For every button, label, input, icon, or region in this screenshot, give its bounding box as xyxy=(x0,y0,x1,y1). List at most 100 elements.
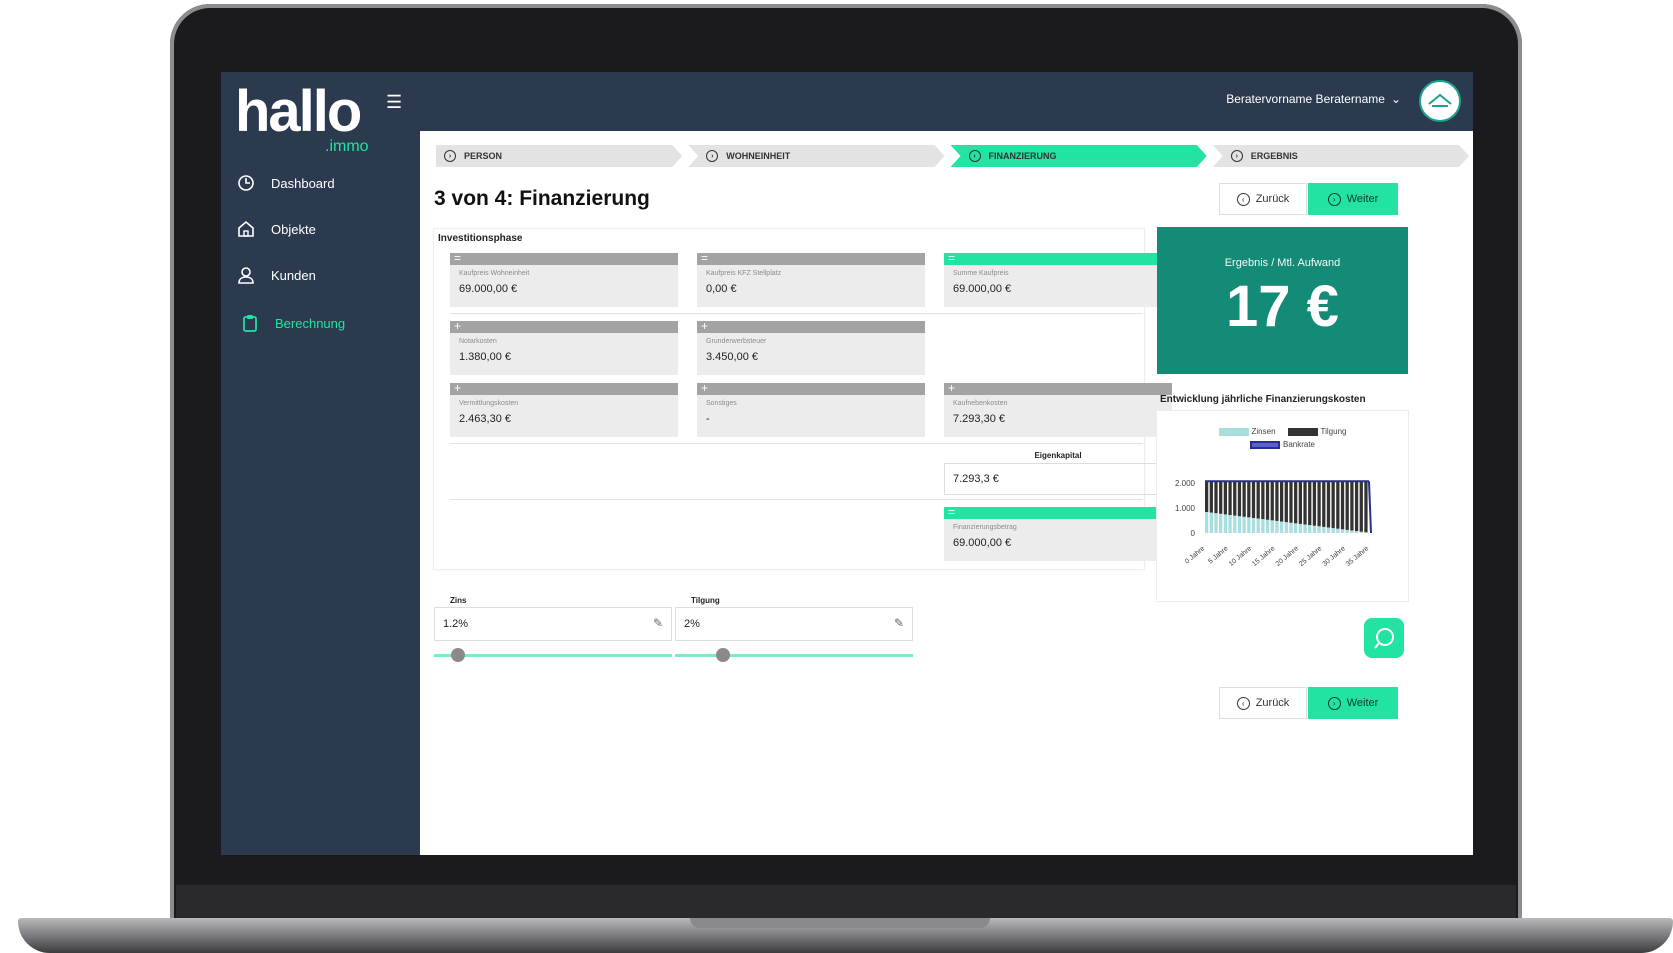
user-menu[interactable]: Beratervorname Beratername ⌄ xyxy=(1226,92,1401,106)
bar-zinsen xyxy=(1312,525,1317,533)
bar-tilgung xyxy=(1233,481,1237,516)
bar-tilgung xyxy=(1298,481,1302,524)
bar-tilgung xyxy=(1237,481,1242,517)
step-label: WOHNEINHEIT xyxy=(726,151,791,161)
back-button[interactable]: ‹ Zurück xyxy=(1219,183,1307,215)
bar-tilgung xyxy=(1354,481,1359,532)
plus-icon: + xyxy=(697,320,925,333)
bar-tilgung xyxy=(1247,481,1251,518)
bar-zinsen xyxy=(1279,521,1284,533)
sidebar-item-objekte[interactable]: Objekte xyxy=(235,216,316,242)
main-content: › PERSON › WOHNEINHEIT › FINANZIERUNG › ERGE… xyxy=(420,131,1473,855)
page-title: 3 von 4: Finanzierung xyxy=(434,187,650,210)
bar-zinsen xyxy=(1350,530,1354,533)
field-kaufpreis-wohneinheit[interactable]: = Kaufpreis Wohneinheit 69.000,00 € xyxy=(450,252,678,307)
equals-icon: = xyxy=(697,252,925,265)
field-value: 7.293,30 € xyxy=(953,413,1005,425)
bar-zinsen xyxy=(1205,512,1209,533)
field-notarkosten[interactable]: + Notarkosten 1.380,00 € xyxy=(450,320,678,375)
menu-toggle-icon[interactable]: ☰ xyxy=(386,92,402,113)
sidebar-item-dashboard[interactable]: Dashboard xyxy=(235,170,335,196)
x-tick-label: 30 Jahre xyxy=(1321,545,1346,568)
bar-tilgung xyxy=(1303,481,1307,525)
tilgung-input[interactable]: 2% ✎ xyxy=(675,607,913,641)
divider xyxy=(450,313,1143,314)
next-button-bottom[interactable]: › Weiter xyxy=(1308,687,1398,719)
bar-zinsen xyxy=(1247,517,1251,533)
bar-zinsen xyxy=(1322,526,1326,533)
next-label: Weiter xyxy=(1346,193,1379,205)
topbar: Beratervorname Beratername ⌄ xyxy=(420,72,1473,131)
bar-tilgung xyxy=(1289,481,1293,523)
field-value: 3.450,00 € xyxy=(706,351,758,363)
equals-icon: = xyxy=(450,252,678,265)
result-value: 17 € xyxy=(1226,274,1339,339)
eigenkapital-field[interactable]: Eigenkapital 7.293,3 € xyxy=(944,451,1172,495)
x-tick-label: 35 Jahre xyxy=(1345,545,1370,568)
field-value: 69.000,00 € xyxy=(459,283,518,295)
bar-tilgung xyxy=(1223,481,1228,515)
bar-tilgung xyxy=(1242,481,1246,517)
bar-tilgung xyxy=(1294,481,1298,524)
pencil-icon[interactable]: ✎ xyxy=(894,616,904,630)
back-label: Zurück xyxy=(1255,193,1290,205)
next-button[interactable]: › Weiter xyxy=(1308,183,1398,215)
tilgung-slider-thumb[interactable] xyxy=(715,648,730,662)
plus-icon: + xyxy=(450,382,678,395)
eigenkapital-input[interactable]: 7.293,3 € xyxy=(944,463,1172,495)
zins-label: Zins xyxy=(450,596,467,605)
field-label: Vermittlungskosten xyxy=(459,400,519,407)
field-value: 2.463,30 € xyxy=(459,413,511,425)
field-kaufpreis-kfz[interactable]: = Kaufpreis KFZ Stellplatz 0,00 € xyxy=(697,252,925,307)
bar-tilgung xyxy=(1317,481,1321,527)
bar-tilgung xyxy=(1256,481,1260,519)
field-label: Grunderwerbsteuer xyxy=(706,338,767,345)
sidebar-item-label: Berechnung xyxy=(275,315,346,331)
stepper: › PERSON › WOHNEINHEIT › FINANZIERUNG › ERGE… xyxy=(436,145,1469,167)
bar-zinsen xyxy=(1289,522,1293,533)
avatar[interactable] xyxy=(1419,80,1461,122)
bar-tilgung xyxy=(1261,481,1265,520)
field-sonstiges[interactable]: + Sonstiges - xyxy=(697,382,925,437)
step-finanzierung[interactable]: › FINANZIERUNG xyxy=(951,145,1207,167)
logo: hallo xyxy=(235,79,362,144)
laptop-notch xyxy=(690,918,990,928)
chat-button[interactable] xyxy=(1364,618,1404,658)
bar-tilgung xyxy=(1331,481,1335,529)
chart-title: Entwicklung jährliche Finanzierungskoste… xyxy=(1160,394,1366,405)
bar-tilgung xyxy=(1364,481,1368,533)
equals-icon: = xyxy=(944,252,1172,265)
eigenkapital-label: Eigenkapital xyxy=(1034,451,1082,460)
field-vermittlungskosten[interactable]: + Vermittlungskosten 2.463,30 € xyxy=(450,382,678,437)
bar-zinsen xyxy=(1345,529,1349,533)
zins-input[interactable]: 1.2% ✎ xyxy=(434,607,672,641)
bar-zinsen xyxy=(1251,517,1256,533)
company-logo-icon xyxy=(1428,93,1452,107)
field-grunderwerbsteuer[interactable]: + Grunderwerbsteuer 3.450,00 € xyxy=(697,320,925,375)
field-label: Kaufnebenkosten xyxy=(953,400,1008,407)
bar-tilgung xyxy=(1340,481,1345,530)
step-ergebnis[interactable]: › ERGEBNIS xyxy=(1213,145,1469,167)
plus-icon: + xyxy=(450,320,678,333)
tilgung-slider[interactable] xyxy=(675,648,913,662)
x-tick-label: 10 Jahre xyxy=(1228,545,1253,568)
bar-tilgung xyxy=(1228,481,1232,515)
step-person[interactable]: › PERSON xyxy=(436,145,682,167)
sidebar-item-berechnung[interactable]: Berechnung xyxy=(239,310,345,336)
sidebar-item-kunden[interactable]: Kunden xyxy=(235,262,316,288)
step-wohneinheit[interactable]: › WOHNEINHEIT xyxy=(688,145,944,167)
bar-zinsen xyxy=(1308,525,1312,533)
bar-zinsen xyxy=(1317,526,1321,533)
bar-tilgung xyxy=(1308,481,1312,526)
zins-slider-thumb[interactable] xyxy=(450,648,465,662)
bar-tilgung xyxy=(1279,481,1284,522)
zins-slider[interactable] xyxy=(434,648,672,662)
pencil-icon[interactable]: ✎ xyxy=(653,616,663,630)
bar-zinsen xyxy=(1303,524,1307,533)
bar-tilgung xyxy=(1265,481,1270,520)
result-label: Ergebnis / Mtl. Aufwand xyxy=(1224,257,1341,269)
field-label: Kaufpreis Wohneinheit xyxy=(459,270,530,277)
x-tick-label: 25 Jahre xyxy=(1298,545,1323,568)
back-button-bottom[interactable]: ‹ Zurück xyxy=(1219,687,1307,719)
step-label: ERGEBNIS xyxy=(1250,151,1298,161)
